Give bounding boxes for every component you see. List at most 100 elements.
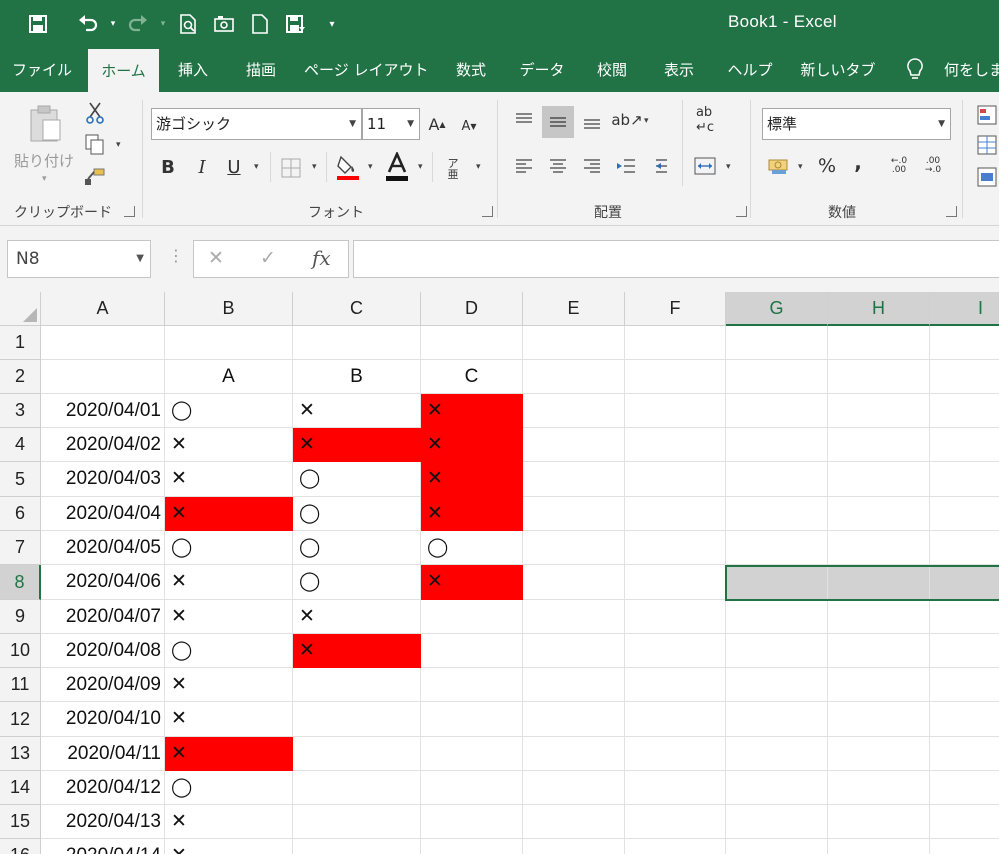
row-header-16[interactable]: 16 bbox=[0, 839, 41, 854]
cell-g9[interactable] bbox=[726, 600, 828, 634]
currency-dropdown-icon[interactable]: ▾ bbox=[798, 162, 803, 172]
save-icon[interactable] bbox=[20, 6, 56, 42]
paste-label[interactable]: 貼り付け bbox=[14, 150, 74, 171]
increase-indent-icon[interactable] bbox=[644, 152, 672, 180]
cell-g5[interactable] bbox=[726, 462, 828, 497]
cell-b4[interactable]: ✕ bbox=[165, 428, 293, 462]
wrap-text-icon[interactable]: ab ↵c bbox=[692, 104, 718, 136]
cell-f14[interactable] bbox=[625, 771, 726, 805]
customize-qat-icon[interactable]: ▾ bbox=[314, 6, 350, 42]
column-header-b[interactable]: B bbox=[165, 292, 293, 326]
cell-a2[interactable] bbox=[41, 360, 165, 394]
orientation-dropdown-icon[interactable]: ▾ bbox=[644, 116, 649, 126]
italic-button[interactable]: I bbox=[190, 152, 214, 182]
cell-h15[interactable] bbox=[828, 805, 930, 839]
cell-d13[interactable] bbox=[421, 737, 523, 771]
cell-f3[interactable] bbox=[625, 394, 726, 428]
cell-d14[interactable] bbox=[421, 771, 523, 805]
undo-icon[interactable] bbox=[70, 6, 106, 42]
merge-dropdown-icon[interactable]: ▾ bbox=[726, 162, 731, 172]
insert-function-icon[interactable]: fx bbox=[312, 246, 331, 270]
cell-c1[interactable] bbox=[293, 326, 421, 360]
cell-f7[interactable] bbox=[625, 531, 726, 565]
alignment-launcher-icon[interactable]: . bbox=[736, 206, 747, 217]
cell-g13[interactable] bbox=[726, 737, 828, 771]
cell-d1[interactable] bbox=[421, 326, 523, 360]
cell-g16[interactable] bbox=[726, 839, 828, 854]
cell-c2[interactable]: B bbox=[293, 360, 421, 394]
column-header-e[interactable]: E bbox=[523, 292, 625, 326]
cell-b16[interactable]: ✕ bbox=[165, 839, 293, 854]
decrease-indent-icon[interactable] bbox=[612, 152, 640, 180]
cell-e4[interactable] bbox=[523, 428, 625, 462]
cell-c14[interactable] bbox=[293, 771, 421, 805]
cell-i1[interactable] bbox=[930, 326, 999, 360]
cell-e15[interactable] bbox=[523, 805, 625, 839]
cell-styles-icon[interactable] bbox=[976, 164, 998, 190]
cell-e7[interactable] bbox=[523, 531, 625, 565]
cell-a11[interactable]: 2020/04/09 bbox=[41, 668, 165, 702]
cell-e5[interactable] bbox=[523, 462, 625, 497]
column-header-f[interactable]: F bbox=[625, 292, 726, 326]
cell-i6[interactable] bbox=[930, 497, 999, 531]
cell-a1[interactable] bbox=[41, 326, 165, 360]
cut-icon[interactable] bbox=[82, 100, 108, 126]
align-top-icon[interactable] bbox=[510, 106, 538, 134]
cell-c8[interactable]: ◯ bbox=[293, 565, 421, 600]
cell-g14[interactable] bbox=[726, 771, 828, 805]
cell-h7[interactable] bbox=[828, 531, 930, 565]
align-left-icon[interactable] bbox=[510, 152, 538, 180]
borders-dropdown-icon[interactable]: ▾ bbox=[312, 162, 317, 172]
row-header-15[interactable]: 15 bbox=[0, 805, 41, 839]
cell-e6[interactable] bbox=[523, 497, 625, 531]
align-bottom-icon[interactable] bbox=[578, 108, 606, 136]
cell-f15[interactable] bbox=[625, 805, 726, 839]
cell-c10[interactable]: ✕ bbox=[293, 634, 421, 668]
cell-b7[interactable]: ◯ bbox=[165, 531, 293, 565]
cell-i4[interactable] bbox=[930, 428, 999, 462]
drag-handle-icon[interactable]: ⋮ bbox=[168, 246, 184, 265]
cell-d12[interactable] bbox=[421, 702, 523, 737]
cell-c16[interactable] bbox=[293, 839, 421, 854]
cell-c4[interactable]: ✕ bbox=[293, 428, 421, 462]
cell-h11[interactable] bbox=[828, 668, 930, 702]
cell-i16[interactable] bbox=[930, 839, 999, 854]
borders-icon[interactable] bbox=[278, 154, 304, 182]
column-header-d[interactable]: D bbox=[421, 292, 523, 326]
fill-color-icon[interactable] bbox=[334, 152, 362, 184]
cell-g2[interactable] bbox=[726, 360, 828, 394]
cell-d10[interactable] bbox=[421, 634, 523, 668]
phonetic-dropdown-icon[interactable]: ▾ bbox=[476, 162, 481, 172]
cell-b13[interactable]: ✕ bbox=[165, 737, 293, 771]
select-all-button[interactable] bbox=[0, 292, 41, 326]
column-header-a[interactable]: A bbox=[41, 292, 165, 326]
cell-f9[interactable] bbox=[625, 600, 726, 634]
cell-a9[interactable]: 2020/04/07 bbox=[41, 600, 165, 634]
cell-b8[interactable]: ✕ bbox=[165, 565, 293, 600]
cell-b5[interactable]: ✕ bbox=[165, 462, 293, 497]
cell-f5[interactable] bbox=[625, 462, 726, 497]
cell-i2[interactable] bbox=[930, 360, 999, 394]
cell-e1[interactable] bbox=[523, 326, 625, 360]
font-color-dropdown-icon[interactable]: ▾ bbox=[418, 162, 423, 172]
cell-h8[interactable] bbox=[828, 565, 930, 600]
cell-e10[interactable] bbox=[523, 634, 625, 668]
print-preview-icon[interactable] bbox=[170, 6, 206, 42]
cell-h2[interactable] bbox=[828, 360, 930, 394]
cell-e11[interactable] bbox=[523, 668, 625, 702]
cell-h10[interactable] bbox=[828, 634, 930, 668]
cell-c7[interactable]: ◯ bbox=[293, 531, 421, 565]
cell-e13[interactable] bbox=[523, 737, 625, 771]
cell-c6[interactable]: ◯ bbox=[293, 497, 421, 531]
row-header-14[interactable]: 14 bbox=[0, 771, 41, 805]
row-header-2[interactable]: 2 bbox=[0, 360, 41, 394]
comma-style-button[interactable]: , bbox=[848, 148, 868, 176]
redo-icon[interactable] bbox=[120, 6, 156, 42]
bold-button[interactable]: B bbox=[156, 152, 180, 182]
copy-dropdown-icon[interactable]: ▾ bbox=[116, 140, 121, 150]
clipboard-launcher-icon[interactable]: . bbox=[124, 206, 135, 217]
tab-review[interactable]: 校閲 bbox=[588, 48, 636, 92]
cell-h6[interactable] bbox=[828, 497, 930, 531]
name-box[interactable]: N8 ▼ bbox=[7, 240, 151, 278]
cell-d16[interactable] bbox=[421, 839, 523, 854]
